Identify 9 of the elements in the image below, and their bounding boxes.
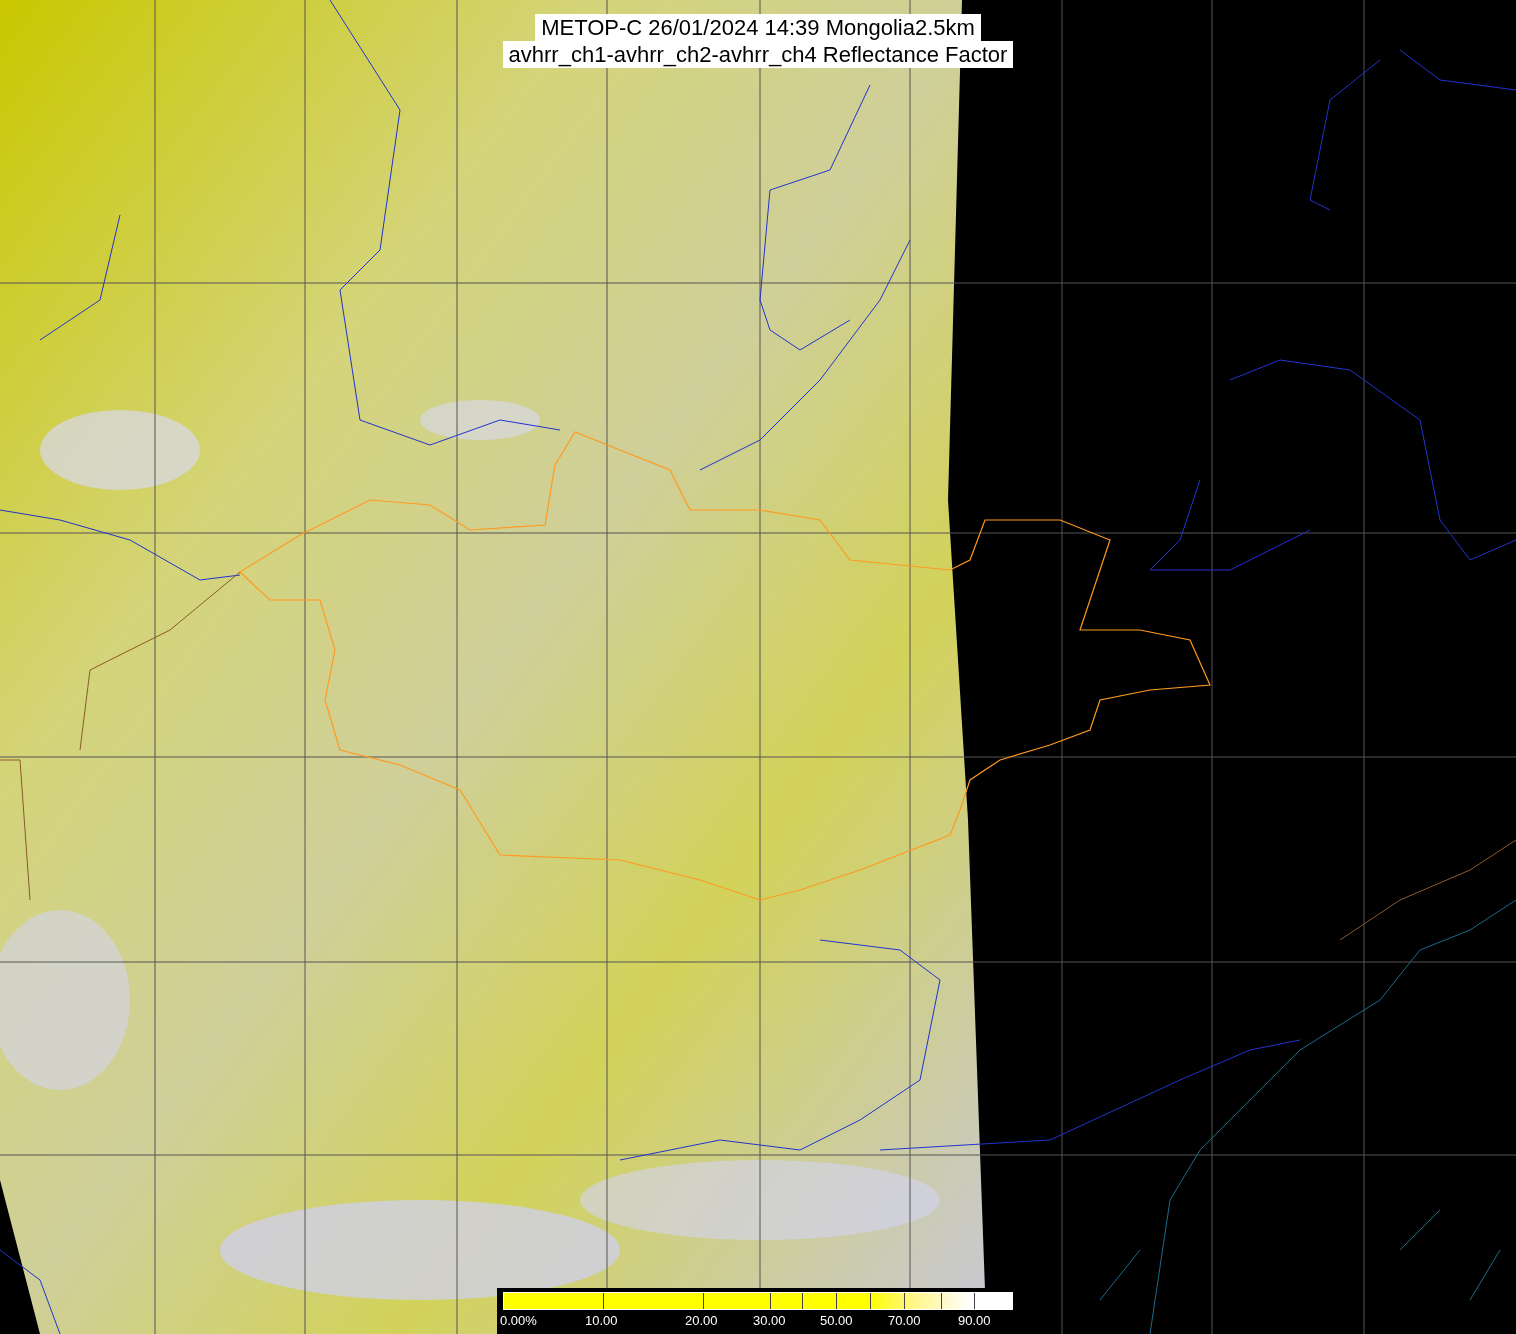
map-title: METOP-C 26/01/2024 14:39 Mongolia2.5km [535, 14, 981, 41]
scale-label: 50.00 [820, 1313, 853, 1329]
scale-label: 20.00 [685, 1313, 718, 1329]
scale-label: 10.00 [585, 1313, 618, 1329]
map-title: avhrr_ch1-avhrr_ch2-avhrr_ch4 Reflectance Factor [502, 41, 1014, 68]
scale-label: 90.00 [958, 1313, 991, 1329]
scale-label: 30.00 [753, 1313, 786, 1329]
scale-label: 0.00% [500, 1313, 537, 1329]
scale-label: 70.00 [888, 1313, 921, 1329]
